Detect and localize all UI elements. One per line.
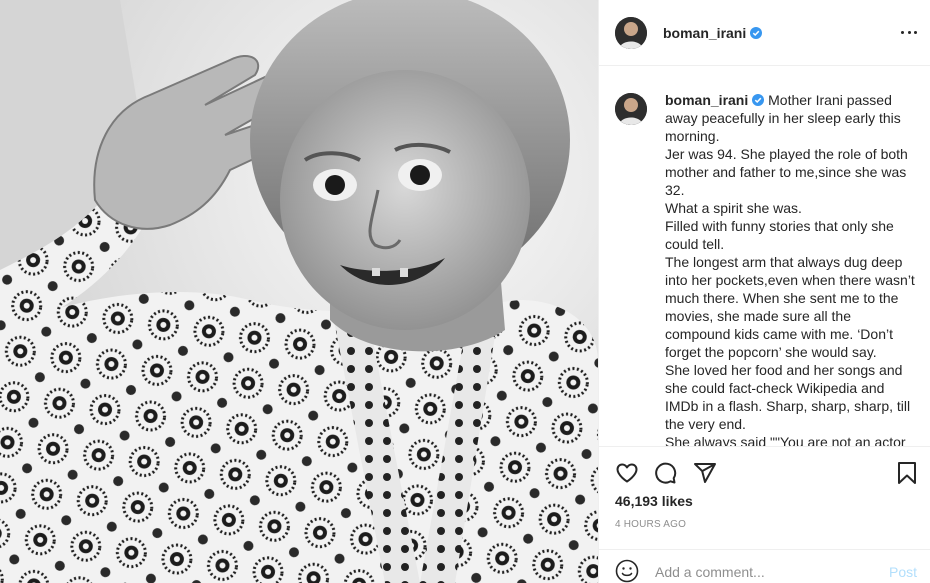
- more-dots-icon: [901, 30, 904, 34]
- paper-plane-icon: [694, 463, 716, 483]
- comment-bubble-icon: [655, 462, 677, 484]
- caption-username[interactable]: boman_irani: [665, 92, 748, 108]
- more-dot: [914, 30, 917, 34]
- comment-input[interactable]: [655, 562, 875, 582]
- post-actions: 46,193 likes 4 HOURS AGO Post: [599, 446, 930, 583]
- emoji-button[interactable]: [615, 559, 639, 583]
- caption-line: Filled with funny stories that only she …: [665, 218, 894, 252]
- caption-line: Jer was 94. She played the role of both …: [665, 146, 908, 198]
- post-caption: boman_irani Mother Irani passed away pea…: [615, 91, 915, 446]
- avatar-image: [615, 93, 647, 125]
- post-image: [0, 0, 598, 583]
- post-sidebar: boman_irani boman_irani Mother Irani pas…: [598, 0, 930, 583]
- smiley-icon: [615, 559, 639, 583]
- heart-icon: [616, 463, 638, 483]
- add-comment-bar: Post: [599, 549, 930, 583]
- post-comment-button[interactable]: Post: [889, 564, 917, 580]
- verified-badge-icon: [750, 26, 763, 39]
- author-username[interactable]: boman_irani: [663, 25, 763, 41]
- caption-first-line: boman_irani Mother Irani passed away pea…: [665, 92, 901, 144]
- author-username-text[interactable]: boman_irani: [663, 25, 746, 41]
- verified-badge-icon: [752, 94, 765, 106]
- more-dot: [907, 30, 911, 34]
- caption-line: The longest arm that always dug deep int…: [665, 254, 915, 360]
- caption-line: She always said ""You are not an actor: [665, 434, 906, 446]
- like-count[interactable]: 46,193 likes: [615, 493, 693, 509]
- comments-area[interactable]: boman_irani Mother Irani passed away pea…: [599, 67, 930, 446]
- comment-button[interactable]: [653, 461, 677, 485]
- caption-line: What a spirit she was.: [665, 200, 802, 216]
- post-header: boman_irani: [599, 0, 930, 66]
- post-timestamp[interactable]: 4 HOURS AGO: [615, 519, 686, 530]
- caption-line: She loved her food and her songs and she…: [665, 362, 911, 432]
- more-options-button[interactable]: [901, 24, 917, 40]
- save-button[interactable]: [895, 461, 919, 485]
- like-button[interactable]: [615, 461, 639, 485]
- caption-text: boman_irani Mother Irani passed away pea…: [665, 91, 915, 446]
- share-button[interactable]: [693, 461, 717, 485]
- post-photo[interactable]: [0, 0, 598, 583]
- caption-avatar[interactable]: [615, 93, 647, 125]
- author-avatar[interactable]: [615, 16, 647, 49]
- bookmark-icon: [898, 462, 916, 484]
- avatar-image: [615, 16, 647, 49]
